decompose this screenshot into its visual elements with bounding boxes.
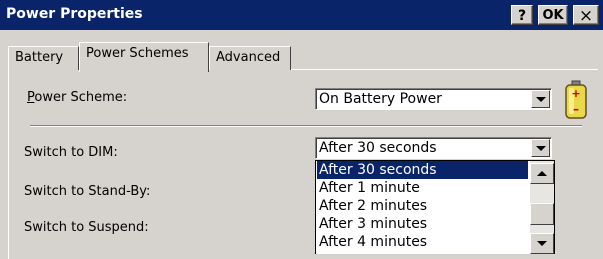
dropdown-option[interactable]: After 4 minutes bbox=[317, 233, 528, 251]
title-bar: Power Properties ? OK × bbox=[0, 0, 603, 30]
battery-icon: + – bbox=[565, 80, 587, 119]
svg-text:+: + bbox=[571, 87, 580, 100]
switch-to-standby-label: Switch to Stand-By: bbox=[24, 184, 151, 199]
chevron-down-icon[interactable] bbox=[531, 90, 550, 108]
scroll-up-icon[interactable] bbox=[530, 163, 554, 184]
dropdown-scrollbar[interactable] bbox=[530, 161, 554, 254]
power-scheme-combo[interactable]: On Battery Power bbox=[315, 88, 552, 110]
svg-text:–: – bbox=[573, 102, 579, 116]
ok-button[interactable]: OK bbox=[538, 5, 568, 25]
switch-to-suspend-label: Switch to Suspend: bbox=[24, 220, 149, 235]
scroll-down-icon[interactable] bbox=[530, 233, 554, 254]
tab-advanced[interactable]: Advanced bbox=[209, 46, 291, 70]
close-button[interactable]: × bbox=[573, 5, 599, 26]
switch-to-dim-combo[interactable]: After 30 seconds bbox=[315, 137, 552, 159]
dropdown-option[interactable]: After 30 seconds bbox=[317, 161, 528, 179]
dropdown-option[interactable]: After 3 minutes bbox=[317, 215, 528, 233]
power-scheme-label: Power Scheme: bbox=[27, 90, 127, 105]
section-divider bbox=[30, 125, 582, 127]
switch-to-dim-label: Switch to DIM: bbox=[24, 145, 118, 160]
scroll-thumb[interactable] bbox=[530, 203, 554, 225]
power-scheme-value: On Battery Power bbox=[319, 91, 442, 107]
dropdown-option[interactable]: After 1 minute bbox=[317, 179, 528, 197]
tab-power-schemes[interactable]: Power Schemes bbox=[79, 42, 209, 72]
window-title: Power Properties bbox=[6, 6, 143, 22]
tab-battery[interactable]: Battery bbox=[8, 46, 79, 70]
switch-to-dim-value: After 30 seconds bbox=[319, 140, 437, 156]
help-button[interactable]: ? bbox=[511, 5, 533, 25]
chevron-down-icon[interactable] bbox=[531, 139, 550, 157]
dropdown-option[interactable]: After 2 minutes bbox=[317, 197, 528, 215]
power-scheme-label-text: ower Scheme: bbox=[34, 90, 128, 105]
dim-dropdown-list[interactable]: After 30 seconds After 1 minute After 2 … bbox=[315, 160, 555, 254]
